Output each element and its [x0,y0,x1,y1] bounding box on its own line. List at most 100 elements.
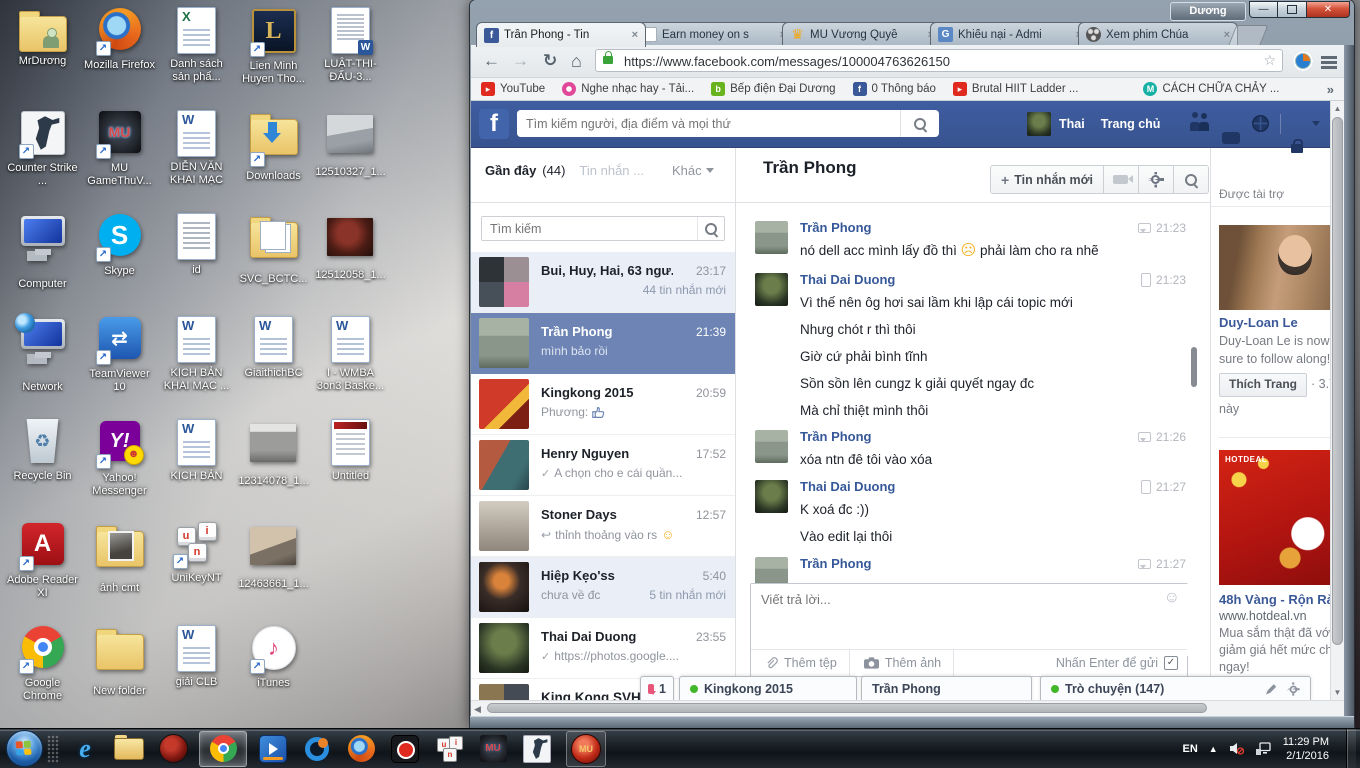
conversation-row-thai-dai-duong[interactable]: Thai Dai Duong 23:55 ✓https://photos.goo… [471,618,735,679]
desktop-icon-recycle-bin[interactable]: Recycle Bin [4,418,81,521]
desktop-icon-anh-cmt[interactable]: ảnh cmt [81,521,158,624]
conversation-search-input[interactable] [482,217,697,240]
conversation-row-kingkong-2015[interactable]: Kingkong 2015 20:59 Phương: [471,374,735,435]
taskbar-game-icon[interactable] [158,734,188,764]
search-button[interactable] [697,217,724,240]
new-message-button[interactable]: +Tin nhắn mới [991,166,1104,193]
desktop-icon-yahoo[interactable]: Y!☻Yahoo! Messenger [81,418,158,521]
home-link[interactable]: Trang chủ [1101,117,1161,131]
notifications-globe-icon[interactable] [1252,115,1269,132]
message-author[interactable]: Thai Dai Duong [800,478,1188,496]
ad-link[interactable]: Duy-Loan Le [1219,315,1298,330]
taskbar-windows-explorer[interactable] [114,734,144,764]
reload-icon[interactable]: ↻ [543,49,557,73]
browser-profile-button[interactable]: Dương [1170,2,1246,21]
desktop-icon-photo-12512058[interactable]: 12512058_1... [312,212,389,315]
desktop-icon-photo-12510327[interactable]: 12510327_1... [312,109,389,212]
message-author[interactable]: Trần Phong [800,555,1188,573]
desktop-icon-kich-ban[interactable]: KỊCH BẢN [158,418,235,521]
reply-input[interactable] [751,584,1189,656]
browser-tab-khieu-nai[interactable]: G Khiếu nại - Admi × [930,22,1090,46]
bookmarks-overflow-chevron[interactable]: » [1327,82,1334,97]
desktop-icon-google-chrome[interactable]: Google Chrome [4,624,81,727]
back-icon[interactable]: ← [483,49,500,73]
conversation-scrollbar-thumb[interactable] [1191,347,1197,387]
tab-close-icon[interactable]: × [629,29,638,41]
taskbar-clock[interactable]: 11:29 PM 2/1/2016 [1283,735,1335,763]
bookmark-cach-chua[interactable]: MCÁCH CHỮA CHẢY ... [1143,82,1279,96]
bookmark-star-icon[interactable]: ☆ [1263,52,1276,69]
chat-tab-tran-phong[interactable]: Trần Phong [861,676,1032,700]
conversation-row-tran-phong[interactable]: Trần Phong 21:39 mình bảo rồi [471,313,735,374]
desktop-icon-danh-sach[interactable]: Danh sách sản phẩ... [158,6,235,109]
browser-tab-xem-phim[interactable]: Xem phim Chúa × [1078,22,1238,46]
browser-tab-facebook[interactable]: f Trần Phong - Tin × [476,22,646,47]
desktop-icon-wmba[interactable]: I - WMBA 3on3 Baske... [312,315,389,418]
bookmark-brutal-hiit[interactable]: ▸Brutal HIIT Ladder ... [953,82,1079,96]
conversation-search[interactable] [481,216,725,241]
scrollbar-thumb[interactable] [487,703,1207,713]
tab-recent[interactable]: Gần đây [485,163,536,178]
gear-icon[interactable] [1287,683,1299,695]
desktop-icon-computer[interactable]: Computer [4,212,81,315]
message-author[interactable]: Thai Dai Duong [800,271,1188,289]
ad-link[interactable]: 48h Vàng - Rộn Ràng [1219,592,1330,607]
tray-expand-icon[interactable]: ▲ [1209,744,1218,754]
facebook-search-input[interactable] [517,110,900,137]
ad-image[interactable] [1219,225,1330,310]
chat-tab-kingkong[interactable]: Kingkong 2015 [679,676,857,700]
browser-menu-icon[interactable] [1321,56,1337,59]
message-author[interactable]: Trần Phong [800,428,1188,446]
tab-other[interactable]: Khác [672,163,714,178]
bookmark-nghe-nhac[interactable]: Nghe nhạc hay - Tải... [562,82,694,96]
desktop-icon-new-folder[interactable]: New folder [81,624,158,727]
taskbar-google-chrome[interactable] [199,731,247,767]
vertical-scrollbar[interactable]: ▲ ▼ [1330,101,1344,700]
bookmark-bep-dien[interactable]: bBếp điện Đại Dương [711,82,835,96]
browser-tab-mu[interactable]: ♛ MU Vương Quyề × [782,22,942,46]
close-button[interactable]: ✕ [1306,1,1350,18]
desktop-icon-network[interactable]: Network [4,315,81,418]
scrollbar-thumb[interactable] [1332,117,1343,645]
search-button[interactable] [900,110,939,137]
facebook-search[interactable] [517,110,939,137]
bookmark-thong-bao[interactable]: f0 Thông báo [853,82,936,96]
desktop-icon-downloads[interactable]: Downloads [235,109,312,212]
taskbar-mu-gamethu[interactable]: MU [478,734,508,764]
scroll-up-arrow[interactable]: ▲ [1331,104,1344,113]
home-icon[interactable]: ⌂ [571,49,582,73]
desktop-icon-itunes[interactable]: iTunes [235,624,312,727]
desktop-icon-adobe-reader[interactable]: AAdobe Reader XI [4,521,81,624]
desktop-icon-luat-thi-dau[interactable]: LUẬT-THI-ĐẤU-3... [312,6,389,109]
taskbar-firefox[interactable] [346,734,376,764]
desktop-icon-counter-strike[interactable]: Counter Strike ... [4,109,81,212]
compose-icon[interactable] [1266,684,1277,695]
desktop-icon-kich-ban-khai-mac[interactable]: KỊCH BẢN KHAI MẠC ... [158,315,235,418]
emoji-picker-icon[interactable]: ☺ [1164,589,1180,607]
desktop-icon-photo-12314078[interactable]: 12314078_1... [235,418,312,521]
avatar[interactable] [1027,112,1051,136]
url-input[interactable] [622,50,1246,73]
desktop-icon-mu-game[interactable]: MU GameThuV... [81,109,158,212]
minimize-button[interactable]: — [1249,1,1278,18]
attach-file-button[interactable]: Thêm tệp [751,650,850,676]
facebook-logo[interactable]: f [479,109,509,139]
chat-badge-tab[interactable]: 1 [640,676,674,700]
search-conversation-button[interactable] [1174,166,1208,193]
desktop-icon-giaithichbc[interactable]: GiaithichBC [235,315,312,418]
start-button[interactable] [6,730,43,767]
settings-button[interactable] [1139,166,1174,193]
address-bar[interactable]: ☆ [595,49,1283,72]
taskbar-media-player[interactable] [258,734,288,764]
language-indicator[interactable]: EN [1183,743,1198,755]
desktop-icon-skype[interactable]: SSkype [81,212,158,315]
desktop-icon-id[interactable]: id [158,212,235,315]
taskbar-counter-strike[interactable] [522,734,552,764]
message-author[interactable]: Trần Phong [800,219,1188,237]
horizontal-scrollbar[interactable]: ◀ [471,700,1344,716]
show-desktop-button[interactable] [1346,729,1356,768]
bookmark-youtube[interactable]: ▸YouTube [481,82,545,96]
network-icon[interactable] [1256,742,1272,755]
desktop-icon-unikey[interactable]: uinUniKeyNT [158,521,235,624]
attach-photo-button[interactable]: Thêm ảnh [850,650,954,676]
